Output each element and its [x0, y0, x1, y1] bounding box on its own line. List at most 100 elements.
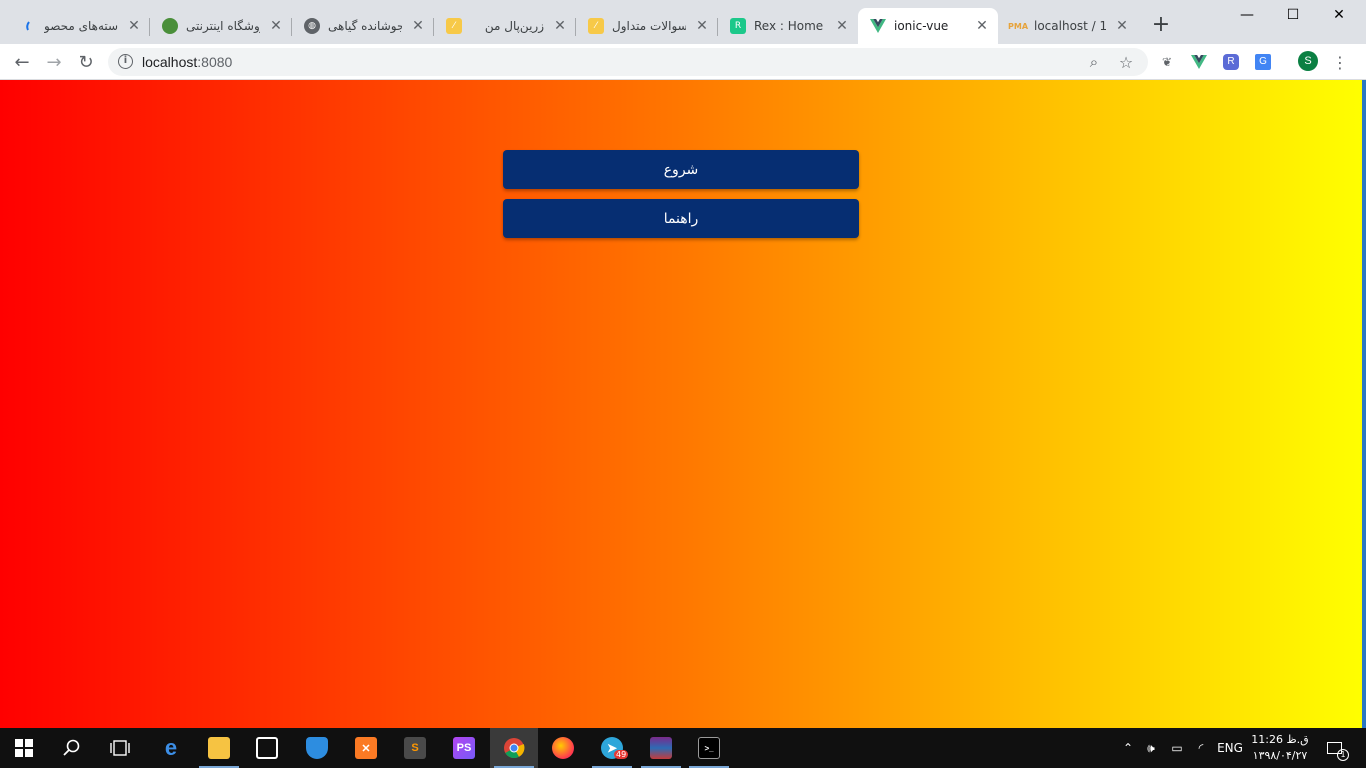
tab-title: جوشانده گیاهی: [328, 19, 402, 33]
info-icon[interactable]: i: [118, 54, 133, 69]
taskbar-store[interactable]: [243, 728, 291, 768]
url-text[interactable]: localhost:8080: [142, 54, 232, 70]
close-icon[interactable]: ✕: [552, 18, 568, 34]
clock-date: ۱۳۹۸/۰۴/۲۷: [1252, 749, 1308, 762]
language-indicator[interactable]: ENG: [1214, 728, 1246, 768]
reload-icon: ↻: [78, 51, 94, 73]
close-icon[interactable]: ✕: [834, 18, 850, 34]
shield-icon: [306, 737, 328, 759]
tab-title: زرین‌پال من: [484, 19, 544, 33]
zarinpal-icon: ⁄: [446, 18, 462, 34]
power-button[interactable]: ▭: [1166, 728, 1188, 768]
file-explorer-icon: [208, 737, 230, 759]
taskbar-telegram[interactable]: ➤ 49: [588, 728, 636, 768]
show-hidden-icons[interactable]: ⌃: [1118, 728, 1138, 768]
tab-faq[interactable]: ⁄ سوالات متداول ✕: [576, 8, 718, 44]
taskbar-firefox[interactable]: [539, 728, 587, 768]
app-page: شروع راهنما: [0, 80, 1362, 728]
telegram-badge: 49: [614, 750, 629, 759]
page-scrollbar[interactable]: [1362, 80, 1366, 728]
taskbar-shield[interactable]: [293, 728, 341, 768]
taskbar-edge[interactable]: e: [147, 728, 195, 768]
url-port: :8080: [197, 54, 233, 70]
back-button[interactable]: ←: [8, 48, 36, 76]
extension-r-icon[interactable]: R: [1221, 52, 1241, 72]
search-icon: [63, 739, 80, 756]
tab-strip: دسته‌های محصو ✕ فروشگاه اینترنتی ✕ ◍ جوش…: [0, 0, 1366, 44]
tab-categories[interactable]: دسته‌های محصو ✕: [8, 8, 150, 44]
wifi-icon: ◜: [1198, 741, 1204, 755]
phpstorm-icon: PS: [453, 737, 475, 759]
terminal-icon: >_: [698, 737, 720, 759]
chrome-icon: [504, 738, 525, 759]
volume-button[interactable]: 🕪: [1140, 728, 1162, 768]
taskbar-terminal[interactable]: >_: [685, 728, 733, 768]
url-host: localhost: [142, 54, 198, 70]
close-icon[interactable]: ✕: [1114, 18, 1130, 34]
green-plant-icon: [162, 18, 178, 34]
windows-taskbar: e ✕ S PS ➤ 49 >_ ⌃ 🕪 ▭ ◜ ENG 1: [0, 728, 1366, 768]
taskbar-xampp[interactable]: ✕: [342, 728, 390, 768]
network-button[interactable]: ◜: [1190, 728, 1212, 768]
profile-avatar[interactable]: S: [1298, 51, 1318, 71]
menu-kebab-icon[interactable]: ⋮: [1330, 52, 1350, 72]
battery-plug-icon: ▭: [1171, 741, 1183, 755]
taskbar-winrar[interactable]: [637, 728, 685, 768]
task-view-button[interactable]: [96, 728, 144, 768]
bookmark-star-icon[interactable]: ☆: [1116, 52, 1136, 72]
start-button-os[interactable]: [0, 728, 48, 768]
translate-icon[interactable]: G: [1253, 52, 1273, 72]
task-view-icon: [110, 740, 130, 756]
close-icon[interactable]: ✕: [126, 18, 142, 34]
firefox-icon: [552, 737, 574, 759]
address-bar[interactable]: i localhost:8080 ⌕ ☆: [108, 48, 1148, 76]
windows-logo-icon: [15, 739, 33, 757]
globe-icon: ◍: [304, 18, 320, 34]
blue-leaf-icon: [20, 18, 36, 34]
maximize-button[interactable]: ☐: [1270, 0, 1316, 30]
tab-my-zarinpal[interactable]: ⁄ زرین‌پال من ✕: [434, 8, 576, 44]
zarinpal-icon: ⁄: [588, 18, 604, 34]
vue-devtools-icon[interactable]: [1189, 52, 1209, 72]
pma-icon: PMA: [1008, 21, 1029, 31]
taskbar-file-explorer[interactable]: [195, 728, 243, 768]
minimize-button[interactable]: —: [1224, 0, 1270, 30]
action-center-button[interactable]: 1: [1320, 728, 1349, 768]
arrow-left-icon: ←: [14, 51, 30, 73]
store-icon: [256, 737, 278, 759]
start-button[interactable]: شروع: [503, 150, 859, 189]
tab-title: فروشگاه اینترنتی: [186, 19, 260, 33]
winrar-icon: [650, 737, 672, 759]
vue-icon: [870, 18, 886, 34]
tab-title: ionic-vue: [894, 19, 949, 33]
xampp-icon: ✕: [355, 737, 377, 759]
close-icon[interactable]: ✕: [410, 18, 426, 34]
help-button[interactable]: راهنما: [503, 199, 859, 238]
zoom-icon[interactable]: ⌕: [1084, 52, 1104, 72]
close-icon[interactable]: ✕: [974, 18, 990, 34]
tab-herbal-decoction[interactable]: ◍ جوشانده گیاهی ✕: [292, 8, 434, 44]
taskbar-chrome[interactable]: [490, 728, 538, 768]
system-clock[interactable]: 11:26 ق.ظ ۱۳۹۸/۰۴/۲۷: [1246, 732, 1314, 764]
tab-phpmyadmin[interactable]: PMA localhost / 127 ✕: [998, 8, 1138, 44]
close-icon[interactable]: ✕: [268, 18, 284, 34]
clock-time: 11:26 ق.ظ: [1251, 733, 1309, 746]
close-icon[interactable]: ✕: [694, 18, 710, 34]
taskbar-phpstorm[interactable]: PS: [440, 728, 488, 768]
tab-ionic-vue[interactable]: ionic-vue ✕: [858, 8, 998, 44]
reload-button[interactable]: ↻: [72, 48, 100, 76]
sublime-icon: S: [404, 737, 426, 759]
forward-button[interactable]: →: [40, 48, 68, 76]
tab-title: دسته‌های محصو: [44, 19, 118, 33]
close-window-button[interactable]: ✕: [1316, 0, 1362, 30]
search-button[interactable]: [48, 728, 96, 768]
tab-rex-home[interactable]: R Rex : Home ✕: [718, 8, 858, 44]
extension-feather-icon[interactable]: ❦: [1157, 52, 1177, 72]
tab-online-store[interactable]: فروشگاه اینترنتی ✕: [150, 8, 292, 44]
tab-title: Rex : Home: [754, 19, 824, 33]
arrow-right-icon: →: [46, 51, 62, 73]
notification-count: 1: [1337, 749, 1349, 761]
taskbar-sublime[interactable]: S: [391, 728, 439, 768]
edge-icon: e: [164, 735, 178, 760]
new-tab-button[interactable]: +: [1149, 14, 1173, 38]
